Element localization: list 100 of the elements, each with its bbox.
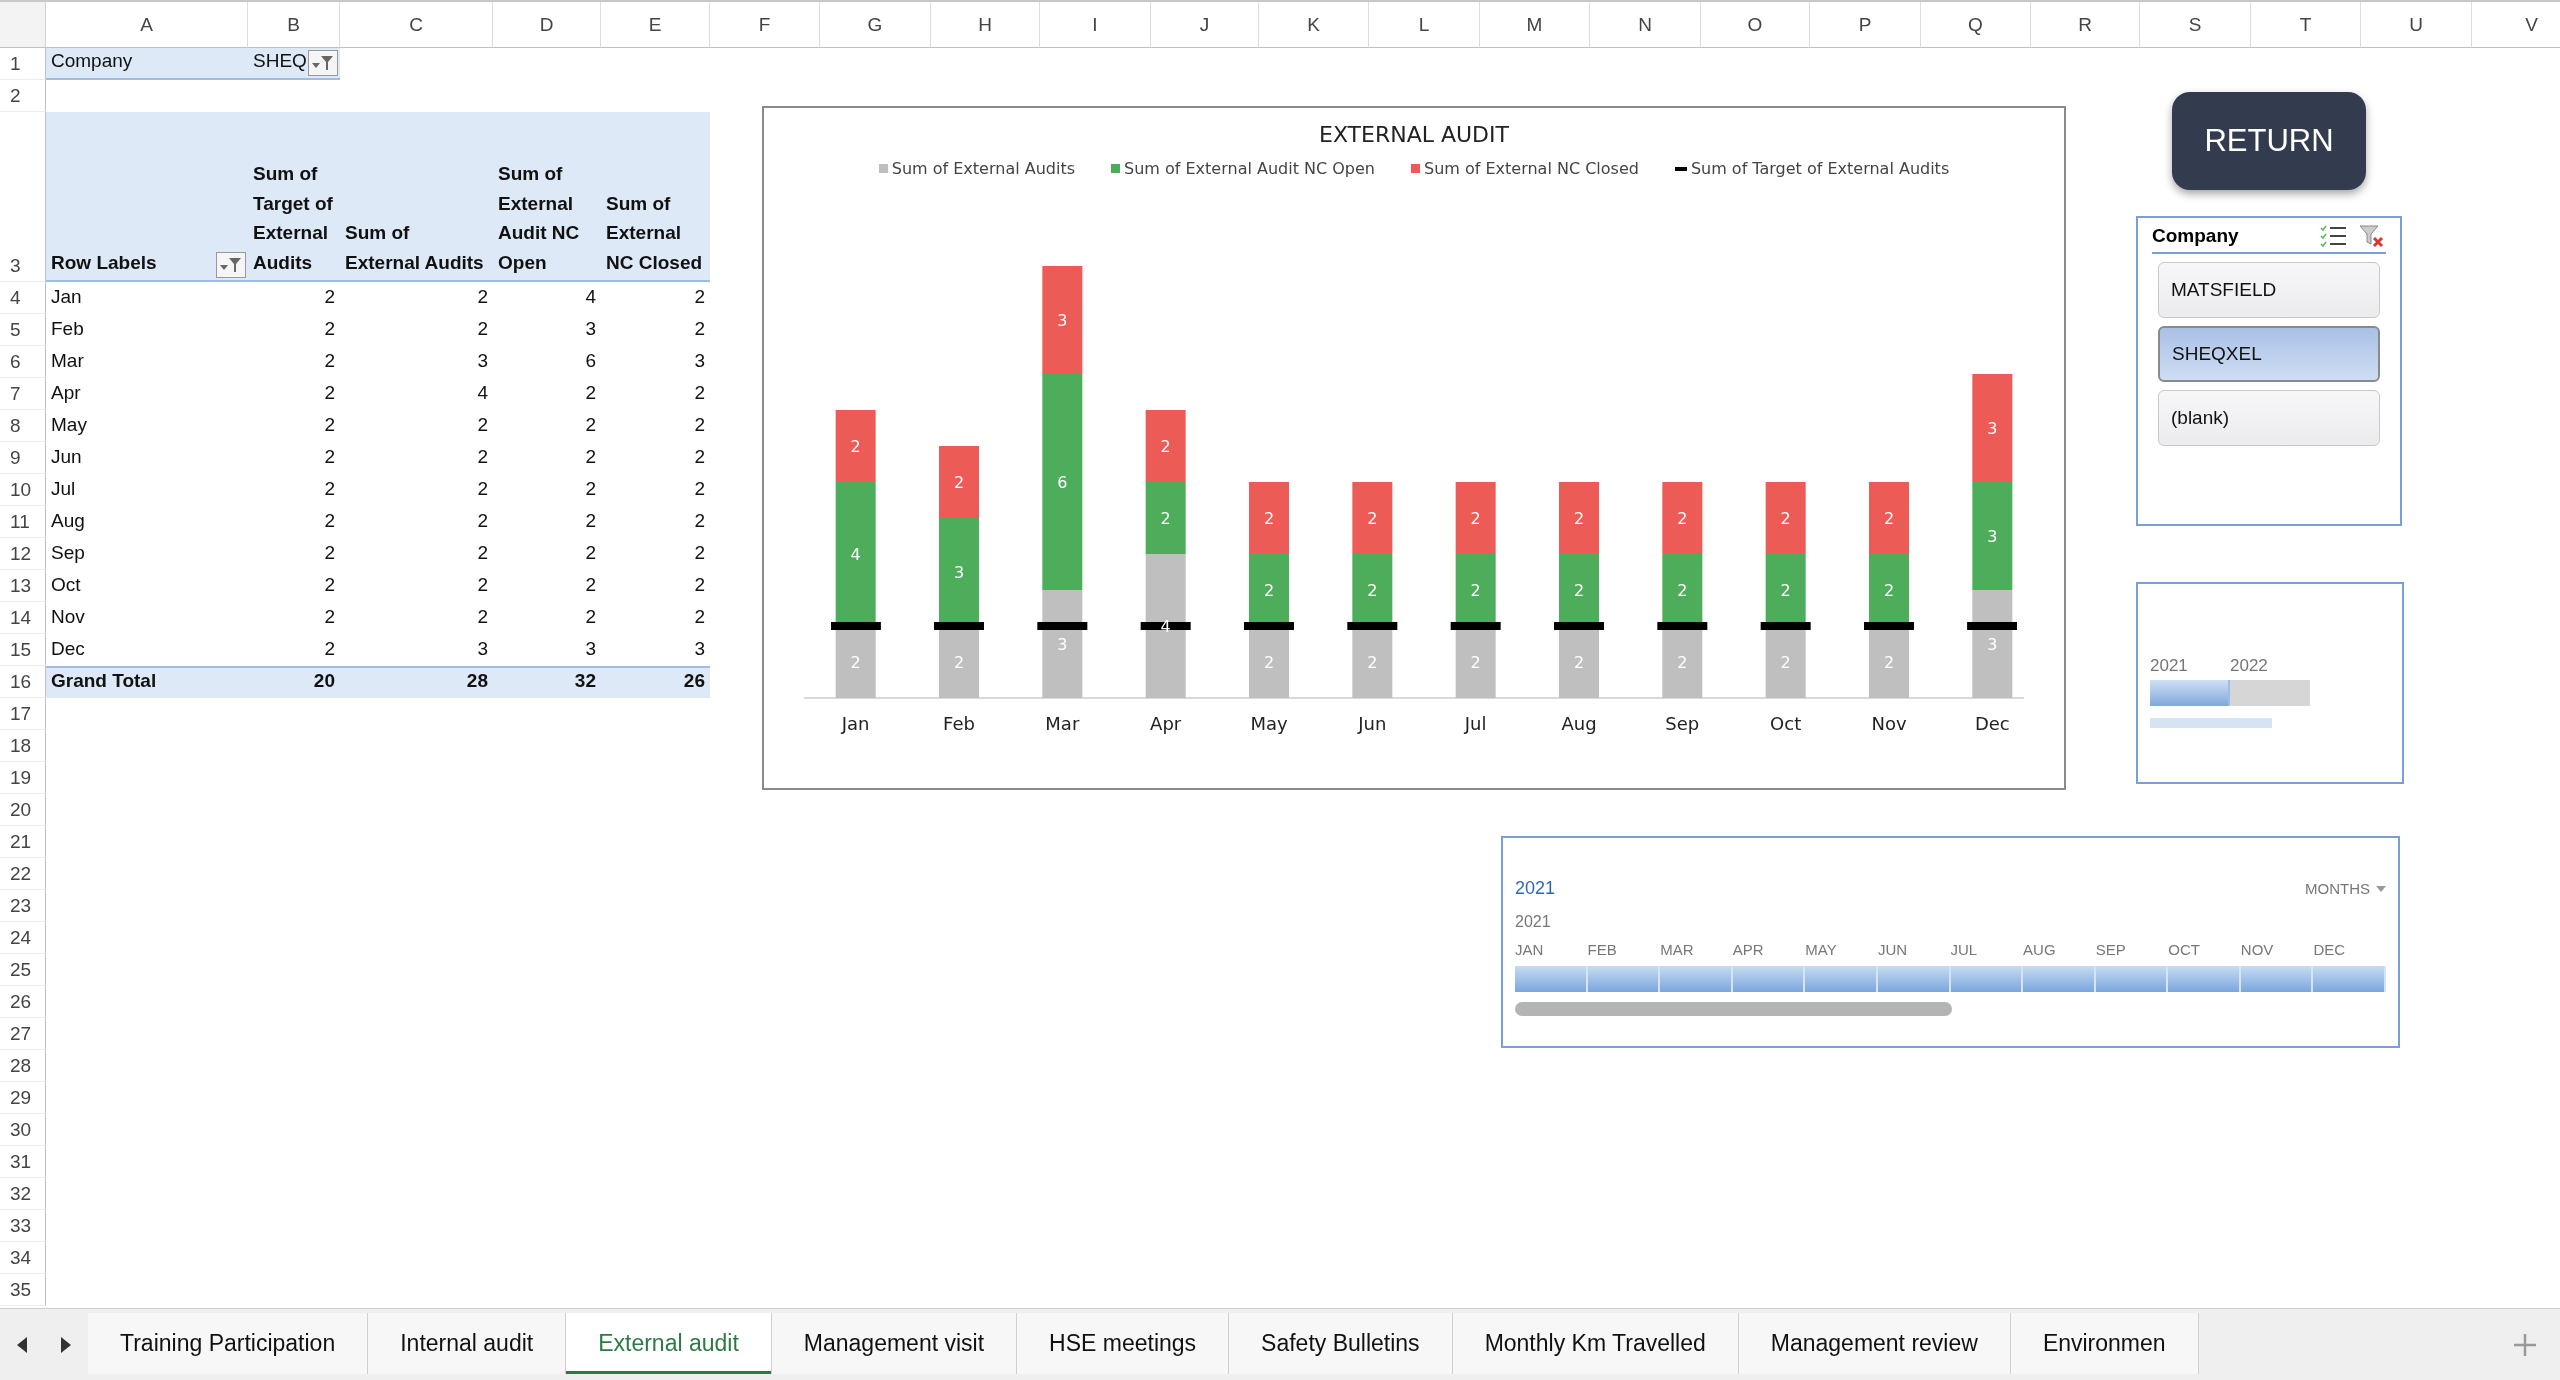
row-header[interactable]: 34 (0, 1242, 46, 1274)
column-heading: Sum of External NC Closed (601, 112, 710, 282)
column-header[interactable]: G (820, 2, 931, 48)
row-header[interactable]: 14 (0, 602, 46, 634)
column-header[interactable]: A (46, 2, 248, 48)
row-header[interactable]: 15 (0, 634, 46, 666)
row-header[interactable]: 31 (0, 1146, 46, 1178)
row-header[interactable]: 26 (0, 986, 46, 1018)
row-header[interactable]: 4 (0, 282, 46, 314)
row-label: Nov (50, 604, 86, 629)
row-header[interactable]: 33 (0, 1210, 46, 1242)
data-label: 3 (1057, 311, 1068, 330)
slicer-item[interactable]: SHEQXEL (2158, 326, 2380, 382)
column-header[interactable]: B (248, 2, 340, 48)
table-cell-text: 2 (693, 604, 706, 629)
row-header[interactable]: 21 (0, 826, 46, 858)
table-cell-text: 2 (323, 540, 336, 565)
row-header[interactable]: 12 (0, 538, 46, 570)
table-cell-text: 2 (693, 476, 706, 501)
clear-filter-button[interactable] (2358, 224, 2386, 248)
data-label: 2 (1780, 509, 1791, 528)
column-header[interactable]: F (710, 2, 820, 48)
row-header[interactable]: 23 (0, 890, 46, 922)
column-header[interactable]: L (1369, 2, 1480, 48)
data-label: 4 (850, 545, 861, 564)
sheet-tab[interactable]: HSE meetings (1017, 1313, 1230, 1374)
axis-label: Apr (1150, 713, 1182, 734)
column-header[interactable]: I (1040, 2, 1151, 48)
row-header[interactable]: 2 (0, 80, 46, 112)
table-cell-text: 2 (323, 572, 336, 597)
slicer-item[interactable]: MATSFIELD (2158, 262, 2380, 318)
row-header[interactable]: 17 (0, 698, 46, 730)
filter-button[interactable] (216, 252, 246, 278)
sheet-tab[interactable]: Environmen (2010, 1313, 2199, 1374)
axis-label: Jan (841, 713, 870, 734)
slicer-item[interactable]: (blank) (2158, 390, 2380, 446)
column-header[interactable]: S (2140, 2, 2251, 48)
filter-icon (311, 54, 335, 72)
row-header[interactable]: 19 (0, 762, 46, 794)
row-label: Jul (50, 476, 77, 501)
sheet-tab[interactable]: Training Participation (88, 1313, 369, 1374)
row-header[interactable]: 22 (0, 858, 46, 890)
row-header[interactable]: 28 (0, 1050, 46, 1082)
scrollbar[interactable] (1515, 1002, 1952, 1016)
row-header[interactable]: 7 (0, 378, 46, 410)
legend-item: Sum of Target of External Audits (1674, 159, 1950, 178)
row-header[interactable]: 6 (0, 346, 46, 378)
column-header[interactable]: K (1259, 2, 1369, 48)
filter-button[interactable] (308, 50, 338, 76)
data-label: 2 (1367, 653, 1378, 672)
data-label: 2 (1367, 509, 1378, 528)
column-header[interactable]: R (2031, 2, 2140, 48)
scrollbar[interactable] (2150, 718, 2272, 728)
column-header[interactable]: M (1480, 2, 1590, 48)
table-cell-text: 2 (476, 604, 489, 629)
table-cell-text: 2 (693, 508, 706, 533)
column-header[interactable]: U (2361, 2, 2472, 48)
sheet-tab[interactable]: Safety Bulletins (1229, 1313, 1453, 1374)
column-header[interactable]: C (340, 2, 493, 48)
row-header[interactable]: 5 (0, 314, 46, 346)
row-header[interactable]: 8 (0, 410, 46, 442)
row-header[interactable]: 29 (0, 1082, 46, 1114)
row-header[interactable]: 11 (0, 506, 46, 538)
level-dropdown[interactable]: MONTHS (2305, 880, 2386, 897)
sheet-tab[interactable]: Management review (1738, 1313, 2011, 1374)
table-cell-text: 2 (323, 444, 336, 469)
column-header[interactable]: T (2251, 2, 2361, 48)
row-label: Oct (50, 572, 82, 597)
column-header[interactable]: P (1810, 2, 1921, 48)
row-header[interactable]: 32 (0, 1178, 46, 1210)
column-header[interactable]: H (931, 2, 1040, 48)
column-header[interactable]: J (1151, 2, 1259, 48)
column-header[interactable]: D (493, 2, 601, 48)
plus-icon (2512, 1331, 2538, 1358)
column-header[interactable]: O (1701, 2, 1810, 48)
row-header[interactable]: 9 (0, 442, 46, 474)
data-label: 3 (953, 563, 965, 582)
row-header[interactable]: 10 (0, 474, 46, 506)
return-button[interactable]: RETURN (2172, 92, 2366, 190)
row-header[interactable]: 13 (0, 570, 46, 602)
sheet-tab[interactable]: External audit (566, 1313, 772, 1374)
row-header[interactable]: 30 (0, 1114, 46, 1146)
multi-select-button[interactable] (2320, 224, 2348, 248)
row-header[interactable]: 25 (0, 954, 46, 986)
column-header[interactable]: E (601, 2, 710, 48)
row-header[interactable]: 24 (0, 922, 46, 954)
column-header[interactable]: N (1590, 2, 1701, 48)
table-cell-text: 2 (584, 476, 597, 501)
timeline-header: 2021 (1515, 878, 1556, 899)
row-header[interactable]: 20 (0, 794, 46, 826)
row-header[interactable]: 18 (0, 730, 46, 762)
table-cell-text: 3 (693, 636, 706, 661)
chart-title: EXTERNAL AUDIT (1319, 122, 1509, 147)
sheet-tab[interactable]: Management visit (771, 1313, 1018, 1374)
row-header[interactable]: 35 (0, 1274, 46, 1306)
sheet-tab[interactable]: Monthly Km Travelled (1452, 1313, 1739, 1374)
bar (1352, 482, 1393, 554)
row-header[interactable]: 27 (0, 1018, 46, 1050)
column-header[interactable]: Q (1921, 2, 2031, 48)
sheet-tab[interactable]: Internal audit (368, 1313, 567, 1374)
